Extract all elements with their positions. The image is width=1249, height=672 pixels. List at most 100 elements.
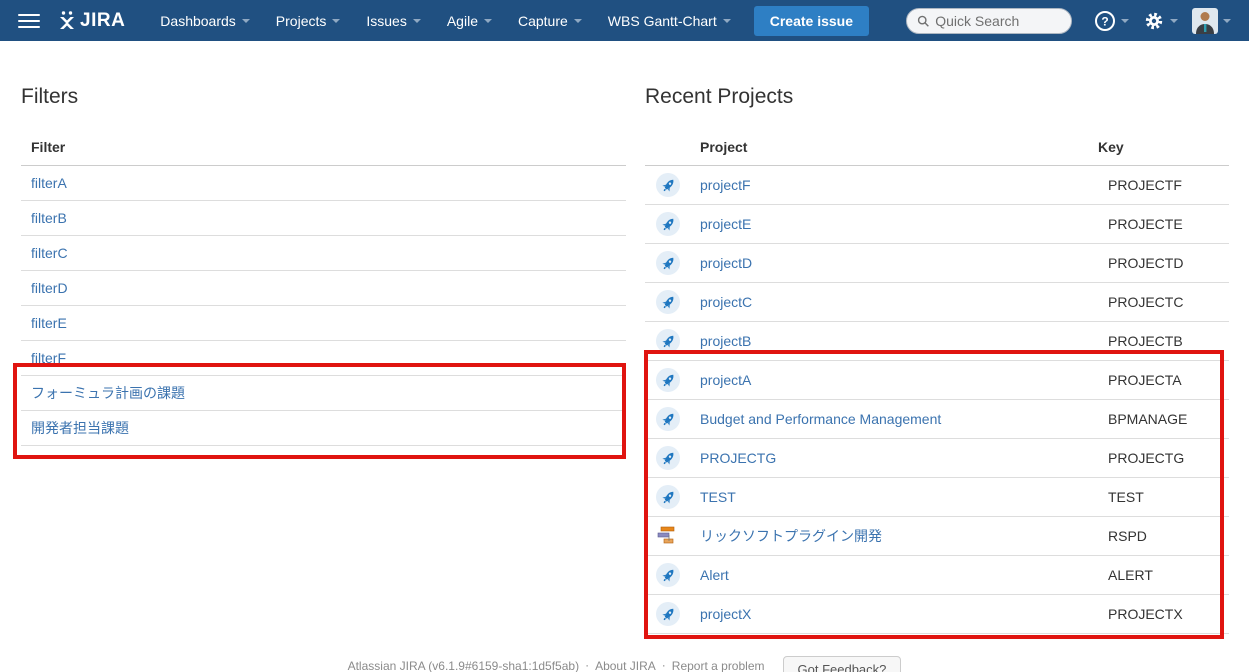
jira-logo[interactable]: JIRA [57, 10, 125, 32]
nav-right-cluster: ? [906, 7, 1249, 34]
nav-item-label: Agile [446, 12, 478, 29]
nav-item-capture[interactable]: Capture [505, 0, 595, 41]
project-key: PROJECTE [1108, 216, 1183, 232]
nav-item-dashboards[interactable]: Dashboards [147, 0, 263, 41]
project-key: RSPD [1108, 528, 1147, 544]
project-table-row: PROJECTG PROJECTG [645, 439, 1229, 478]
chevron-down-icon [722, 18, 731, 23]
top-navigation-bar: JIRA Dashboards Projects Issues Agile Ca… [0, 0, 1249, 41]
rocket-project-avatar [656, 173, 680, 197]
jira-logo-text: JIRA [80, 9, 126, 31]
project-key: PROJECTB [1108, 333, 1183, 349]
project-key: ALERT [1108, 567, 1153, 583]
chevron-down-icon [1223, 18, 1231, 23]
report-problem-link[interactable]: Report a problem [672, 659, 765, 672]
filter-link[interactable]: filterB [31, 210, 67, 226]
nav-item-label: Issues [366, 12, 407, 29]
footer-separator: · [585, 658, 590, 672]
rocket-project-avatar [656, 446, 680, 470]
chevron-down-icon [483, 18, 492, 23]
filters-table: Filter filterA filterB filterC filterD f… [21, 133, 626, 446]
filter-link[interactable]: 開発者担当課題 [31, 418, 129, 438]
filter-link[interactable]: フォーミュラ計画の課題 [31, 383, 185, 403]
jira-dashboard-page: JIRA Dashboards Projects Issues Agile Ca… [0, 0, 1249, 672]
project-link[interactable]: projectB [700, 333, 1108, 349]
rocket-project-avatar [656, 602, 680, 626]
filter-table-row: filterF [21, 341, 626, 376]
project-table-row: projectA PROJECTA [645, 361, 1229, 400]
primary-nav: Dashboards Projects Issues Agile Capture… [147, 0, 743, 41]
project-key: PROJECTA [1108, 372, 1182, 388]
filters-title: Filters [21, 85, 79, 108]
key-column-header: Key [1098, 139, 1124, 155]
filter-table-row: 開発者担当課題 [21, 411, 626, 446]
project-link[interactable]: projectD [700, 255, 1108, 271]
filter-table-row: filterA [21, 166, 626, 201]
project-link[interactable]: Alert [700, 567, 1108, 583]
nav-item-projects[interactable]: Projects [263, 0, 354, 41]
project-link[interactable]: projectF [700, 177, 1108, 193]
chevron-down-icon [412, 18, 421, 23]
help-menu[interactable]: ? [1094, 10, 1129, 32]
filter-link[interactable]: filterC [31, 245, 68, 261]
filter-table-row: filterC [21, 236, 626, 271]
got-feedback-button[interactable]: Got Feedback? [782, 656, 902, 672]
filter-link[interactable]: filterD [31, 280, 68, 296]
nav-item-issues[interactable]: Issues [353, 0, 433, 41]
project-link[interactable]: projectE [700, 216, 1108, 232]
rocket-project-avatar [656, 485, 680, 509]
project-link[interactable]: リックソフトプラグイン開発 [700, 526, 1108, 546]
project-link[interactable]: projectA [700, 372, 1108, 388]
help-icon: ? [1095, 10, 1115, 31]
project-link[interactable]: PROJECTG [700, 450, 1108, 466]
project-table-row: projectB PROJECTB [645, 322, 1229, 361]
hamburger-menu-icon[interactable] [18, 13, 40, 28]
footer-separator: · [661, 658, 666, 672]
project-link[interactable]: projectX [700, 606, 1108, 622]
filter-table-row: filterE [21, 306, 626, 341]
quick-search[interactable] [906, 7, 1072, 34]
project-key: BPMANAGE [1108, 411, 1188, 427]
nav-item-label: Dashboards [160, 12, 236, 29]
projects-table-header: Project Key [645, 133, 1229, 166]
project-link[interactable]: projectC [700, 294, 1108, 310]
filter-link[interactable]: filterA [31, 175, 67, 191]
filter-link[interactable]: filterE [31, 315, 67, 331]
project-link[interactable]: TEST [700, 489, 1108, 505]
project-link[interactable]: Budget and Performance Management [700, 411, 1108, 427]
jira-version-text: Atlassian JIRA (v6.1.9#6159-sha1:1d5f5ab… [347, 659, 580, 672]
nav-item-wbs-gantt-chart[interactable]: WBS Gantt-Chart [595, 0, 744, 41]
project-table-row: projectX PROJECTX [645, 595, 1229, 634]
filter-table-row: フォーミュラ計画の課題 [21, 376, 626, 411]
create-issue-button[interactable]: Create issue [753, 5, 869, 36]
jira-charlie-icon [60, 10, 74, 29]
project-key: PROJECTC [1108, 294, 1184, 310]
gantt-project-avatar [656, 524, 680, 548]
rocket-project-avatar [656, 329, 680, 353]
gantt-project-avatar-icon [657, 526, 675, 544]
about-jira-link[interactable]: About JIRA [595, 659, 656, 672]
nav-item-agile[interactable]: Agile [434, 0, 505, 41]
project-key: PROJECTF [1108, 177, 1182, 193]
project-table-row: リックソフトプラグイン開発 RSPD [645, 517, 1229, 556]
rocket-project-avatar-icon [661, 257, 673, 270]
page-footer: Atlassian JIRA (v6.1.9#6159-sha1:1d5f5ab… [0, 656, 1249, 672]
search-input[interactable] [935, 12, 1061, 29]
rocket-project-avatar-icon [661, 374, 673, 387]
filter-table-row: filterD [21, 271, 626, 306]
user-profile-menu[interactable] [1192, 7, 1231, 34]
filters-table-body: filterA filterB filterC filterD filterE … [21, 166, 626, 446]
rocket-project-avatar-icon [661, 452, 673, 465]
chevron-down-icon [573, 18, 582, 23]
project-key: PROJECTD [1108, 255, 1184, 271]
rocket-project-avatar [656, 563, 680, 587]
chevron-down-icon [1170, 18, 1178, 23]
chevron-down-icon [241, 18, 250, 23]
project-table-row: Budget and Performance Management BPMANA… [645, 400, 1229, 439]
rocket-project-avatar-icon [661, 296, 673, 309]
filter-link[interactable]: filterF [31, 350, 66, 366]
nav-item-label: Capture [517, 12, 568, 29]
rocket-project-avatar [656, 368, 680, 392]
recent-projects-section: Recent Projects Project Key projectF PRO… [645, 85, 1229, 634]
admin-settings-menu[interactable] [1143, 10, 1178, 32]
